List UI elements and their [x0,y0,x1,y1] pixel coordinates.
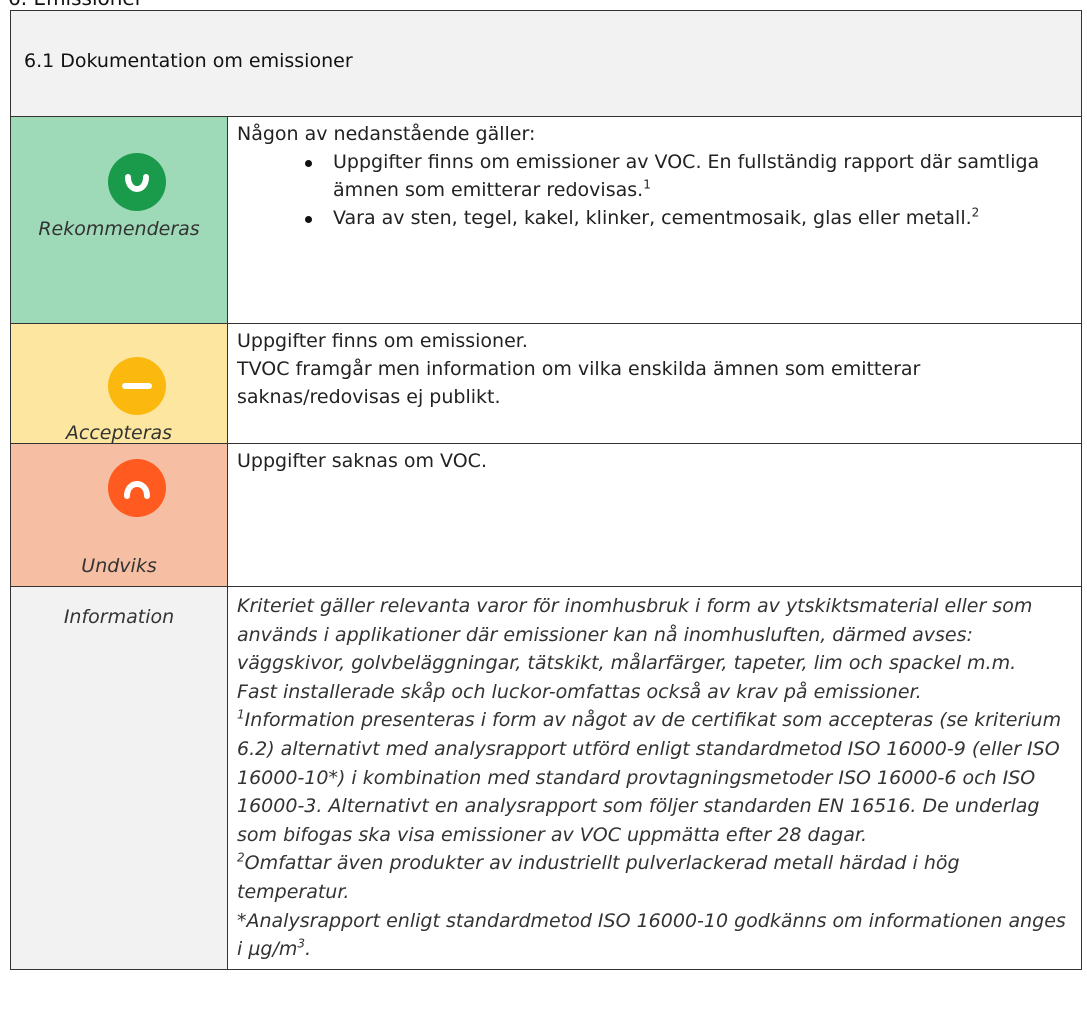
information-label-cell: Information [10,586,228,970]
recommended-row: Rekommenderas Någon av nedanstående gäll… [10,116,1082,324]
info-footnote-2: 2Omfattar även produkter av industriellt… [237,851,960,903]
criterion-header-row: 6.1 Dokumentation om emissioner [10,10,1082,117]
accepted-label: Accepteras [65,422,173,444]
list-item: Vara av sten, tegel, kakel, klinker, cem… [305,204,1072,232]
criterion-title: 6.1 Dokumentation om emissioner [24,50,353,72]
recommended-content-cell: Någon av nedanstående gäller: Uppgifter … [227,116,1082,324]
info-note: *Analysrapport enligt standardmetod ISO … [237,909,1066,961]
list-item: Uppgifter finns om emissioner av VOC. En… [305,148,1072,204]
accepted-row: Accepteras Uppgifter finns om emissioner… [10,323,1082,444]
avoided-label-cell: Undviks [10,443,228,587]
section-heading: 6. Emissioner [8,0,143,10]
accepted-content-cell: Uppgifter finns om emissioner. TVOC fram… [227,323,1082,444]
avoided-row: Undviks Uppgifter saknas om VOC. [10,443,1082,587]
accepted-line-1: Uppgifter finns om emissioner. [237,330,528,352]
recommended-label: Rekommenderas [38,218,200,240]
info-footnote-1: 1Information presenteras i form av något… [237,708,1062,846]
info-paragraph-2: Fast installerade skåp och luckor-omfatt… [237,680,922,703]
criterion-header-cell: 6.1 Dokumentation om emissioner [10,10,1082,117]
information-row: Information Kriteriet gäller relevanta v… [10,586,1082,970]
avoided-label: Undviks [81,555,157,577]
information-content-cell: Kriteriet gäller relevanta varor för ino… [227,586,1082,970]
avoided-content-cell: Uppgifter saknas om VOC. [227,443,1082,587]
information-label: Information [63,606,175,628]
smile-face-icon [108,153,166,211]
avoided-text: Uppgifter saknas om VOC. [237,450,487,472]
neutral-face-icon [108,357,166,415]
accepted-line-2: TVOC framgår men information om vilka en… [237,358,921,408]
recommended-label-cell: Rekommenderas [10,116,228,324]
info-paragraph-1: Kriteriet gäller relevanta varor för ino… [237,595,1033,675]
accepted-label-cell: Accepteras [10,323,228,444]
recommended-list: Uppgifter finns om emissioner av VOC. En… [237,148,1072,232]
recommended-intro: Någon av nedanstående gäller: [237,123,536,145]
criteria-table: 6.1 Dokumentation om emissioner Rekommen… [10,10,1082,970]
frown-face-icon [108,459,166,517]
